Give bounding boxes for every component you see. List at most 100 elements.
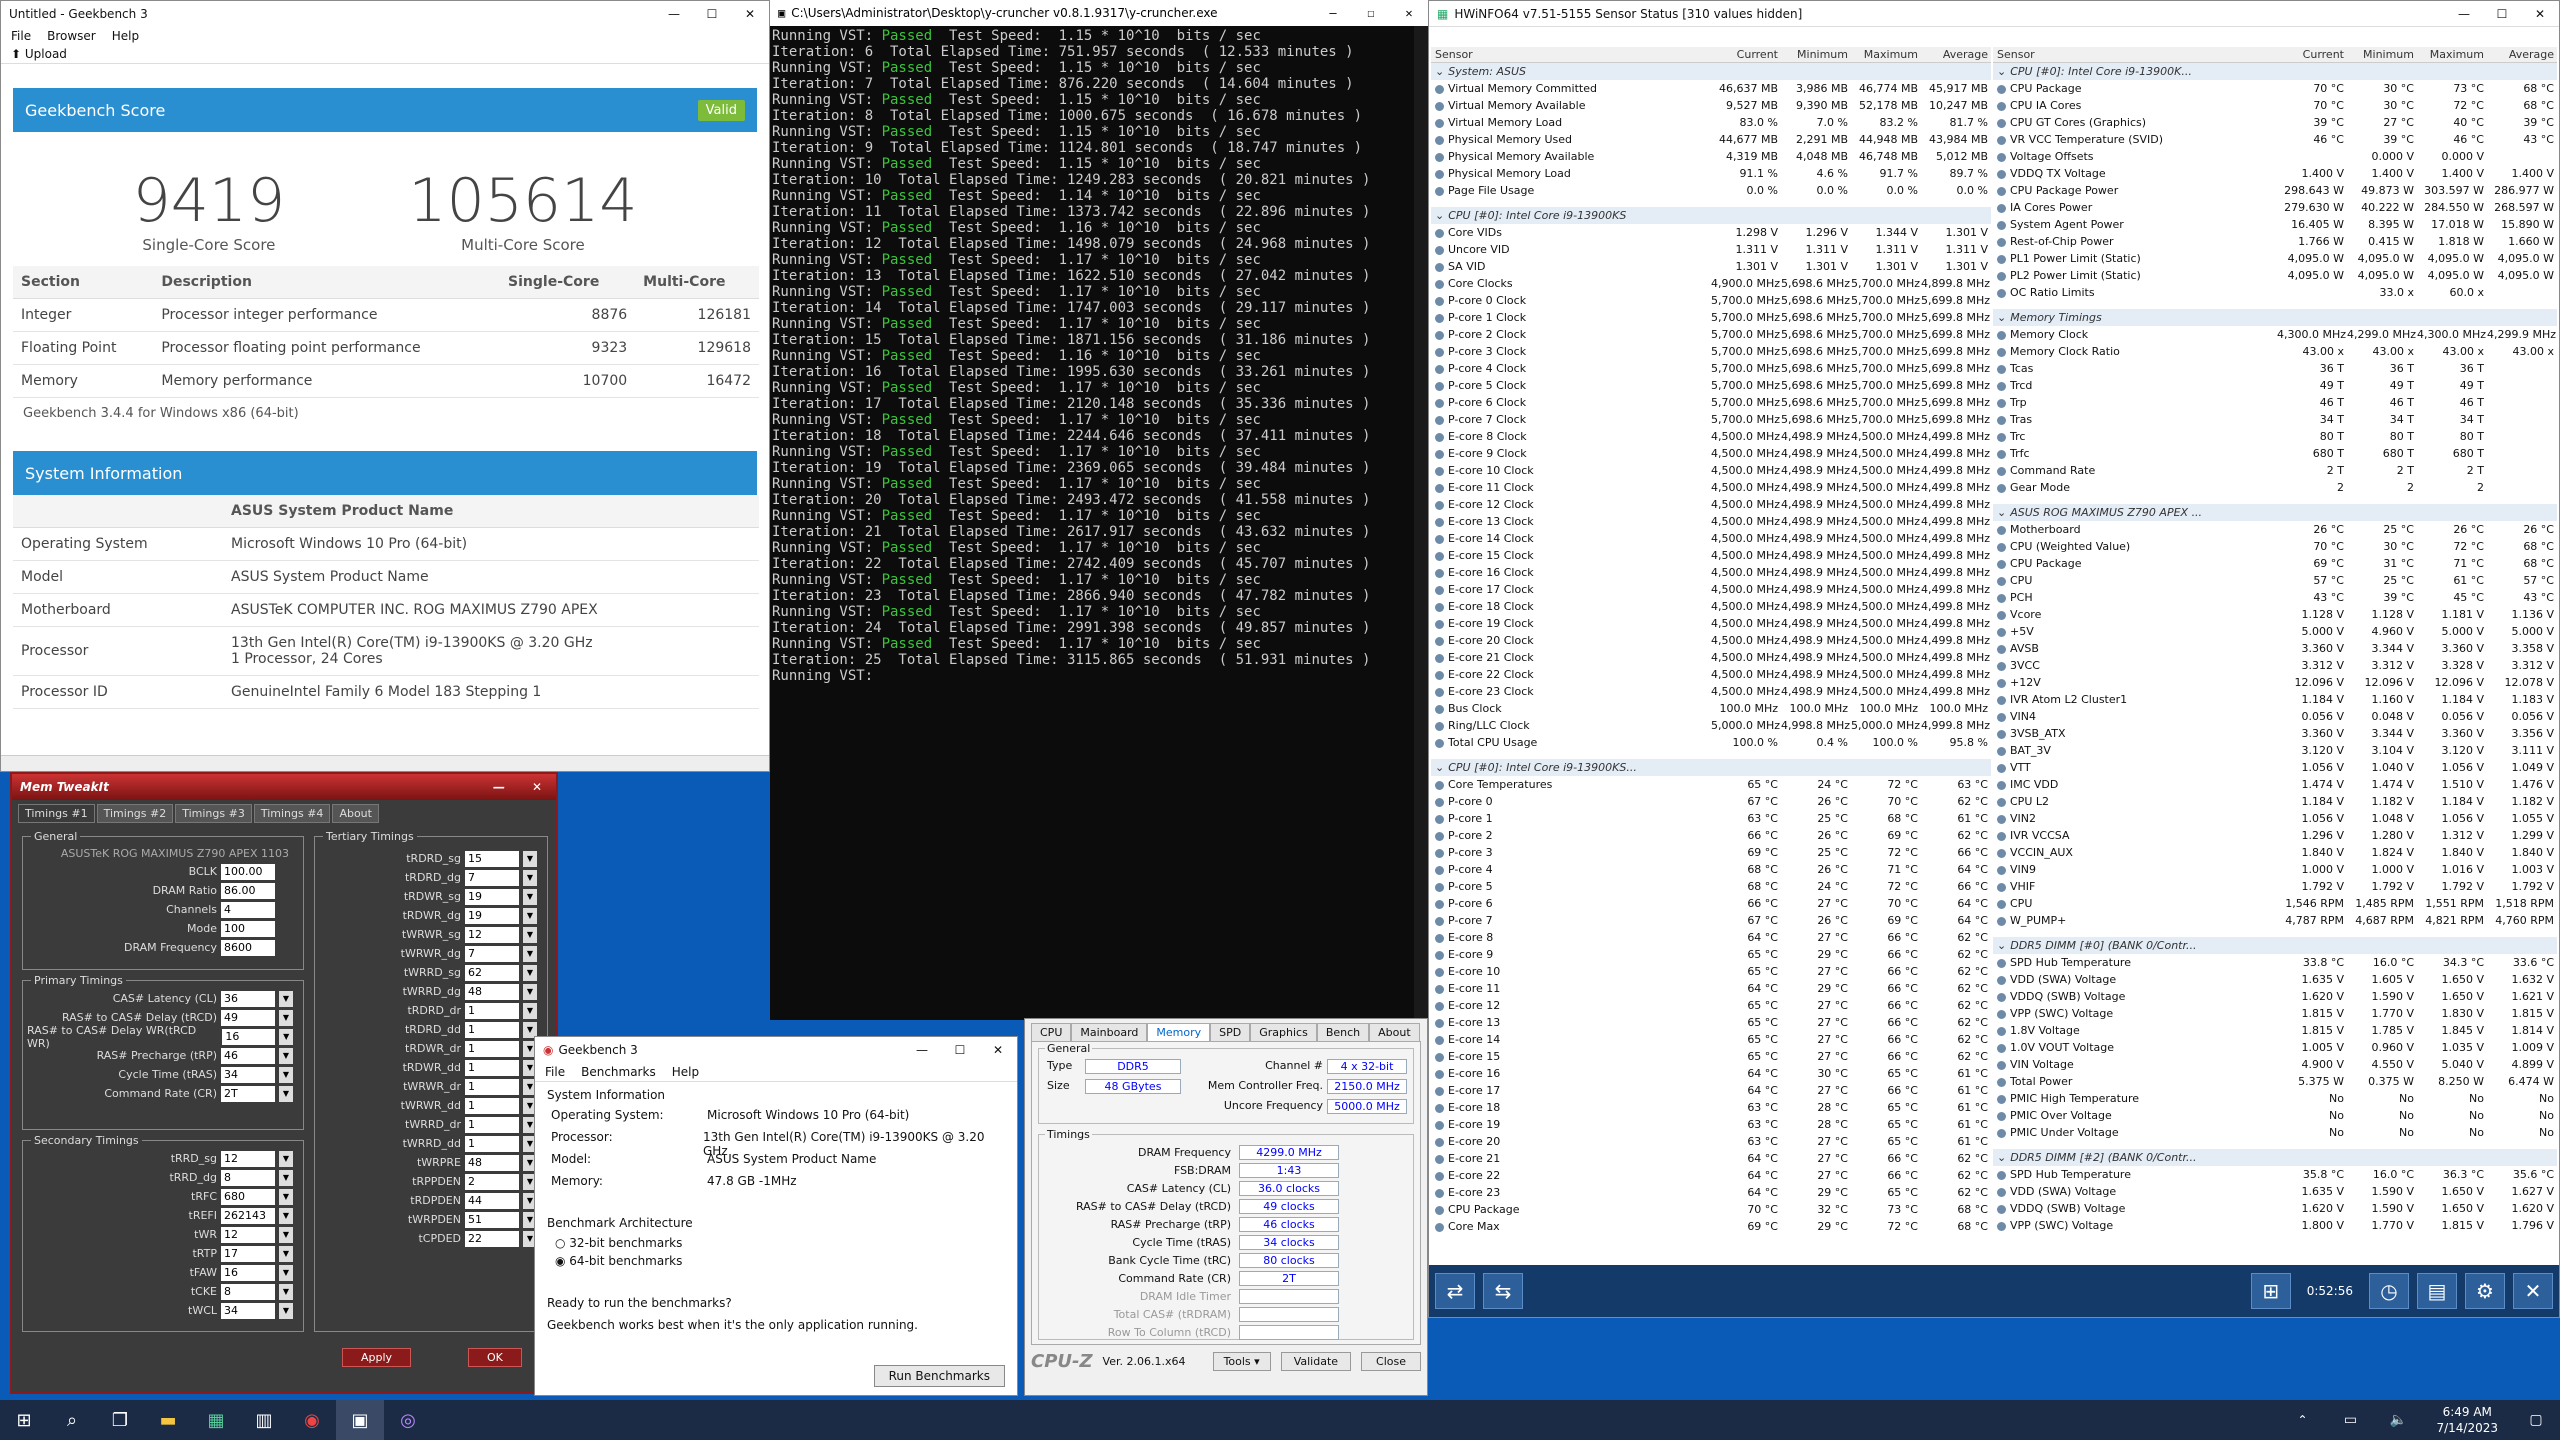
- sensor-row[interactable]: AVSB 3.360 V 3.344 V 3.360 V 3.358 V: [1993, 640, 2557, 657]
- column-header[interactable]: Maximum: [2417, 48, 2487, 61]
- timing-field[interactable]: 19: [465, 888, 519, 905]
- sensor-group[interactable]: ⌄ CPU [#0]: Intel Core i9-13900K...: [1993, 63, 2557, 80]
- timing-field[interactable]: 100: [221, 920, 275, 937]
- sensor-row[interactable]: P-core 3 69 °C 25 °C 72 °C 66 °C: [1431, 844, 1991, 861]
- sensor-row[interactable]: IMC VDD 1.474 V 1.474 V 1.510 V 1.476 V: [1993, 776, 2557, 793]
- timing-field[interactable]: 34: [221, 1302, 275, 1319]
- windows-start-icon[interactable]: ⊞: [0, 1400, 48, 1440]
- volume-icon[interactable]: 🔈: [2374, 1400, 2422, 1440]
- sensor-row[interactable]: CPU Package Power 298.643 W 49.873 W 303.59…: [1993, 182, 2557, 199]
- timing-field[interactable]: 1: [465, 1040, 519, 1057]
- sensor-row[interactable]: PMIC Over Voltage No No No No: [1993, 1107, 2557, 1124]
- sensor-row[interactable]: E-core 10 Clock 4,500.0 MHz 4,498.9 MHz 4,5…: [1431, 462, 1991, 479]
- timing-field[interactable]: 44: [465, 1192, 519, 1209]
- sensor-row[interactable]: E-core 11 Clock 4,500.0 MHz 4,498.9 MHz 4,5…: [1431, 479, 1991, 496]
- sensor-group[interactable]: ⌄ CPU [#0]: Intel Core i9-13900KS: [1431, 207, 1991, 224]
- timing-field[interactable]: 7: [465, 869, 519, 886]
- sensor-row[interactable]: E-core 12 65 °C 27 °C 66 °C 62 °C: [1431, 997, 1991, 1014]
- sensor-row[interactable]: VIN2 1.056 V 1.048 V 1.056 V 1.055 V: [1993, 810, 2557, 827]
- sensor-row[interactable]: E-core 10 65 °C 27 °C 66 °C 62 °C: [1431, 963, 1991, 980]
- sensor-row[interactable]: Trcd 49 T 49 T 49 T: [1993, 377, 2557, 394]
- radio-64bit[interactable]: ◉ 64-bit benchmarks: [555, 1254, 1005, 1268]
- report-icon[interactable]: ▤: [2417, 1273, 2457, 1309]
- column-header[interactable]: Average: [1921, 48, 1991, 61]
- tab-cpu[interactable]: CPU: [1031, 1023, 1072, 1041]
- sensor-row[interactable]: P-core 5 68 °C 24 °C 72 °C 66 °C: [1431, 878, 1991, 895]
- sensor-row[interactable]: E-core 15 65 °C 27 °C 66 °C 62 °C: [1431, 1048, 1991, 1065]
- sensor-row[interactable]: CPU L2 1.184 V 1.182 V 1.184 V 1.182 V: [1993, 793, 2557, 810]
- sensor-row[interactable]: Page File Usage 0.0 % 0.0 % 0.0 % 0.0 %: [1431, 182, 1991, 199]
- close-icon[interactable]: ✕: [1390, 0, 1428, 26]
- sensor-row[interactable]: Trfc 680 T 680 T 680 T: [1993, 445, 2557, 462]
- chevron-down-icon[interactable]: ▼: [279, 1150, 293, 1167]
- sensor-row[interactable]: CPU Package 70 °C 30 °C 73 °C 68 °C: [1993, 80, 2557, 97]
- clock[interactable]: 6:49 AM 7/14/2023: [2422, 1404, 2512, 1436]
- column-header[interactable]: Maximum: [1851, 48, 1921, 61]
- sensor-row[interactable]: Trp 46 T 46 T 46 T: [1993, 394, 2557, 411]
- sensor-row[interactable]: P-core 6 Clock 5,700.0 MHz 5,698.6 MHz 5,70…: [1431, 394, 1991, 411]
- sensor-row[interactable]: E-core 9 Clock 4,500.0 MHz 4,498.9 MHz 4,50…: [1431, 445, 1991, 462]
- sensor-row[interactable]: VTT 1.056 V 1.040 V 1.056 V 1.049 V: [1993, 759, 2557, 776]
- sensor-row[interactable]: Uncore VID 1.311 V 1.311 V 1.311 V 1.311 V: [1431, 241, 1991, 258]
- sensor-row[interactable]: E-core 22 64 °C 27 °C 66 °C 62 °C: [1431, 1167, 1991, 1184]
- sensor-row[interactable]: Physical Memory Used 44,677 MB 2,291 MB 44,…: [1431, 131, 1991, 148]
- console-titlebar[interactable]: ▣ C:\Users\Administrator\Desktop\y-crunc…: [770, 0, 1428, 26]
- sensor-row[interactable]: E-core 18 63 °C 28 °C 65 °C 61 °C: [1431, 1099, 1991, 1116]
- chevron-down-icon[interactable]: ▼: [279, 1283, 293, 1300]
- timing-field[interactable]: 51: [465, 1211, 519, 1228]
- sensor-row[interactable]: P-core 5 Clock 5,700.0 MHz 5,698.6 MHz 5,70…: [1431, 377, 1991, 394]
- sensor-row[interactable]: CPU IA Cores 70 °C 30 °C 72 °C 68 °C: [1993, 97, 2557, 114]
- sensor-row[interactable]: IVR VCCSA 1.296 V 1.280 V 1.312 V 1.299 V: [1993, 827, 2557, 844]
- sensor-row[interactable]: Virtual Memory Load 83.0 % 7.0 % 83.2 % 81.7…: [1431, 114, 1991, 131]
- chevron-down-icon[interactable]: ▼: [279, 1009, 293, 1026]
- sensor-row[interactable]: P-core 7 Clock 5,700.0 MHz 5,698.6 MHz 5,70…: [1431, 411, 1991, 428]
- sensor-row[interactable]: P-core 4 68 °C 26 °C 71 °C 64 °C: [1431, 861, 1991, 878]
- sensor-row[interactable]: E-core 9 65 °C 29 °C 66 °C 62 °C: [1431, 946, 1991, 963]
- chevron-down-icon[interactable]: ▼: [279, 1226, 293, 1243]
- sensor-row[interactable]: CPU Package 69 °C 31 °C 71 °C 68 °C: [1993, 555, 2557, 572]
- sensor-row[interactable]: BAT_3V 3.120 V 3.104 V 3.120 V 3.111 V: [1993, 742, 2557, 759]
- expand-icon[interactable]: ⌄: [1993, 311, 2010, 324]
- sensor-row[interactable]: SPD Hub Temperature 35.8 °C 16.0 °C 36.3 °C…: [1993, 1166, 2557, 1183]
- sensor-row[interactable]: E-core 16 64 °C 30 °C 65 °C 61 °C: [1431, 1065, 1991, 1082]
- chevron-down-icon[interactable]: ▼: [279, 1188, 293, 1205]
- sensor-row[interactable]: 1.8V Voltage 1.815 V 1.785 V 1.845 V 1.814 V: [1993, 1022, 2557, 1039]
- tab-timings-1[interactable]: Timings #1: [18, 804, 95, 823]
- sensor-row[interactable]: E-core 21 64 °C 27 °C 66 °C 62 °C: [1431, 1150, 1991, 1167]
- column-header[interactable]: Minimum: [1781, 48, 1851, 61]
- timing-field[interactable]: 1: [465, 1097, 519, 1114]
- sensor-row[interactable]: 3VCC 3.312 V 3.312 V 3.328 V 3.312 V: [1993, 657, 2557, 674]
- maximize-icon[interactable]: ☐: [2483, 1, 2521, 27]
- sensor-row[interactable]: P-core 2 Clock 5,700.0 MHz 5,698.6 MHz 5,70…: [1431, 326, 1991, 343]
- sensor-row[interactable]: E-core 17 64 °C 27 °C 66 °C 61 °C: [1431, 1082, 1991, 1099]
- chevron-down-icon[interactable]: ▼: [523, 907, 537, 924]
- arrows-collapse-icon[interactable]: ⇆: [1483, 1273, 1523, 1309]
- chevron-down-icon[interactable]: ▼: [523, 1002, 537, 1019]
- sensor-row[interactable]: Core Clocks 4,900.0 MHz 5,698.6 MHz 5,700.0…: [1431, 275, 1991, 292]
- sensor-row[interactable]: SA VID 1.301 V 1.301 V 1.301 V 1.301 V: [1431, 258, 1991, 275]
- tools-button[interactable]: Tools ▾: [1212, 1352, 1271, 1371]
- validate-button[interactable]: Validate: [1280, 1352, 1352, 1371]
- close-button[interactable]: Close: [1361, 1352, 1421, 1371]
- sensor-row[interactable]: Ring/LLC Clock 5,000.0 MHz 4,998.8 MHz 5,00…: [1431, 717, 1991, 734]
- menu-file[interactable]: File: [545, 1065, 565, 1079]
- column-header[interactable]: Current: [2277, 48, 2347, 61]
- tab-bench[interactable]: Bench: [1316, 1023, 1370, 1041]
- menu-help[interactable]: Help: [672, 1065, 699, 1079]
- chevron-down-icon[interactable]: ▼: [523, 926, 537, 943]
- sensor-row[interactable]: Trc 80 T 80 T 80 T: [1993, 428, 2557, 445]
- chevron-down-icon[interactable]: ▼: [279, 1207, 293, 1224]
- menu-help[interactable]: Help: [112, 29, 139, 43]
- sensor-row[interactable]: Total Power 5.375 W 0.375 W 8.250 W 6.474 W: [1993, 1073, 2557, 1090]
- sensor-row[interactable]: PMIC High Temperature No No No No: [1993, 1090, 2557, 1107]
- timing-field[interactable]: 19: [465, 907, 519, 924]
- tab-about[interactable]: About: [1369, 1023, 1420, 1041]
- timing-field[interactable]: 49: [221, 1009, 275, 1026]
- chevron-down-icon[interactable]: ▼: [279, 1028, 293, 1045]
- expand-icon[interactable]: ⌄: [1993, 65, 2010, 78]
- file-explorer-icon[interactable]: ▬: [144, 1400, 192, 1440]
- chevron-down-icon[interactable]: ▼: [523, 945, 537, 962]
- sensor-row[interactable]: P-core 3 Clock 5,700.0 MHz 5,698.6 MHz 5,70…: [1431, 343, 1991, 360]
- sensor-row[interactable]: W_PUMP+ 4,787 RPM 4,687 RPM 4,821 RPM 4,760 …: [1993, 912, 2557, 929]
- menu-benchmarks[interactable]: Benchmarks: [581, 1065, 656, 1079]
